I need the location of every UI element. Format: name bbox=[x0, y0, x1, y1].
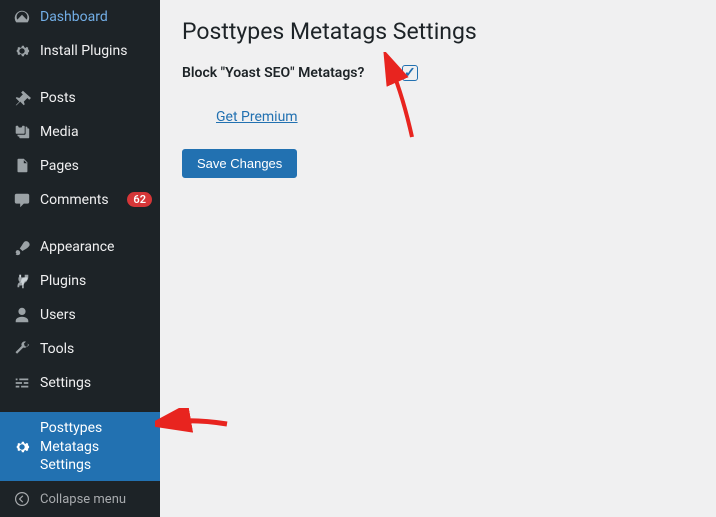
sidebar-item-posttypes-metatags-settings[interactable]: Posttypes Metatags Settings bbox=[0, 412, 160, 481]
get-premium-link[interactable]: Get Premium bbox=[216, 109, 298, 125]
collapse-menu-button[interactable]: Collapse menu bbox=[0, 481, 160, 517]
user-icon bbox=[12, 305, 32, 325]
sidebar-item-label: Posttypes Metatags Settings bbox=[40, 419, 152, 474]
block-metatags-checkbox[interactable] bbox=[402, 65, 418, 81]
sidebar-item-pages[interactable]: Pages bbox=[0, 149, 160, 183]
gear-icon bbox=[12, 41, 32, 61]
media-icon bbox=[12, 122, 32, 142]
sidebar-item-install-plugins[interactable]: Install Plugins bbox=[0, 34, 160, 68]
sidebar-item-label: Posts bbox=[40, 89, 152, 107]
sidebar-item-dashboard[interactable]: Dashboard bbox=[0, 0, 160, 34]
main-content: Posttypes Metatags Settings Block "Yoast… bbox=[160, 0, 716, 517]
annotation-arrow bbox=[155, 408, 230, 438]
sidebar-item-media[interactable]: Media bbox=[0, 115, 160, 149]
sidebar-item-label: Pages bbox=[40, 157, 152, 175]
block-metatags-row: Block "Yoast SEO" Metatags? bbox=[182, 65, 694, 81]
comments-count-badge: 62 bbox=[127, 192, 152, 207]
sidebar-item-appearance[interactable]: Appearance bbox=[0, 230, 160, 264]
sidebar-item-label: Media bbox=[40, 123, 152, 141]
collapse-icon bbox=[12, 489, 32, 509]
admin-sidebar: Dashboard Install Plugins Posts Media Pa… bbox=[0, 0, 160, 517]
save-button[interactable]: Save Changes bbox=[182, 149, 297, 178]
sidebar-item-label: Plugins bbox=[40, 272, 152, 290]
brush-icon bbox=[12, 237, 32, 257]
gear-icon bbox=[12, 437, 32, 457]
menu-separator bbox=[0, 223, 160, 224]
plugin-icon bbox=[12, 271, 32, 291]
page-title: Posttypes Metatags Settings bbox=[182, 18, 694, 45]
sliders-icon bbox=[12, 373, 32, 393]
sidebar-item-comments[interactable]: Comments 62 bbox=[0, 183, 160, 217]
menu-separator bbox=[0, 74, 160, 75]
wrench-icon bbox=[12, 339, 32, 359]
sidebar-item-label: Appearance bbox=[40, 238, 152, 256]
sidebar-item-label: Tools bbox=[40, 340, 152, 358]
sidebar-item-tools[interactable]: Tools bbox=[0, 332, 160, 366]
sidebar-item-settings[interactable]: Settings bbox=[0, 366, 160, 400]
comment-icon bbox=[12, 190, 32, 210]
dashboard-icon bbox=[12, 7, 32, 27]
menu-separator bbox=[0, 406, 160, 407]
sidebar-item-posts[interactable]: Posts bbox=[0, 81, 160, 115]
sidebar-item-label: Dashboard bbox=[40, 8, 152, 26]
sidebar-item-label: Comments bbox=[40, 191, 123, 209]
sidebar-item-plugins[interactable]: Plugins bbox=[0, 264, 160, 298]
sidebar-item-label: Settings bbox=[40, 374, 152, 392]
block-metatags-label: Block "Yoast SEO" Metatags? bbox=[182, 65, 402, 81]
sidebar-item-label: Users bbox=[40, 306, 152, 324]
sidebar-item-label: Install Plugins bbox=[40, 42, 152, 60]
pin-icon bbox=[12, 88, 32, 108]
collapse-label: Collapse menu bbox=[40, 492, 126, 507]
page-icon bbox=[12, 156, 32, 176]
sidebar-item-users[interactable]: Users bbox=[0, 298, 160, 332]
